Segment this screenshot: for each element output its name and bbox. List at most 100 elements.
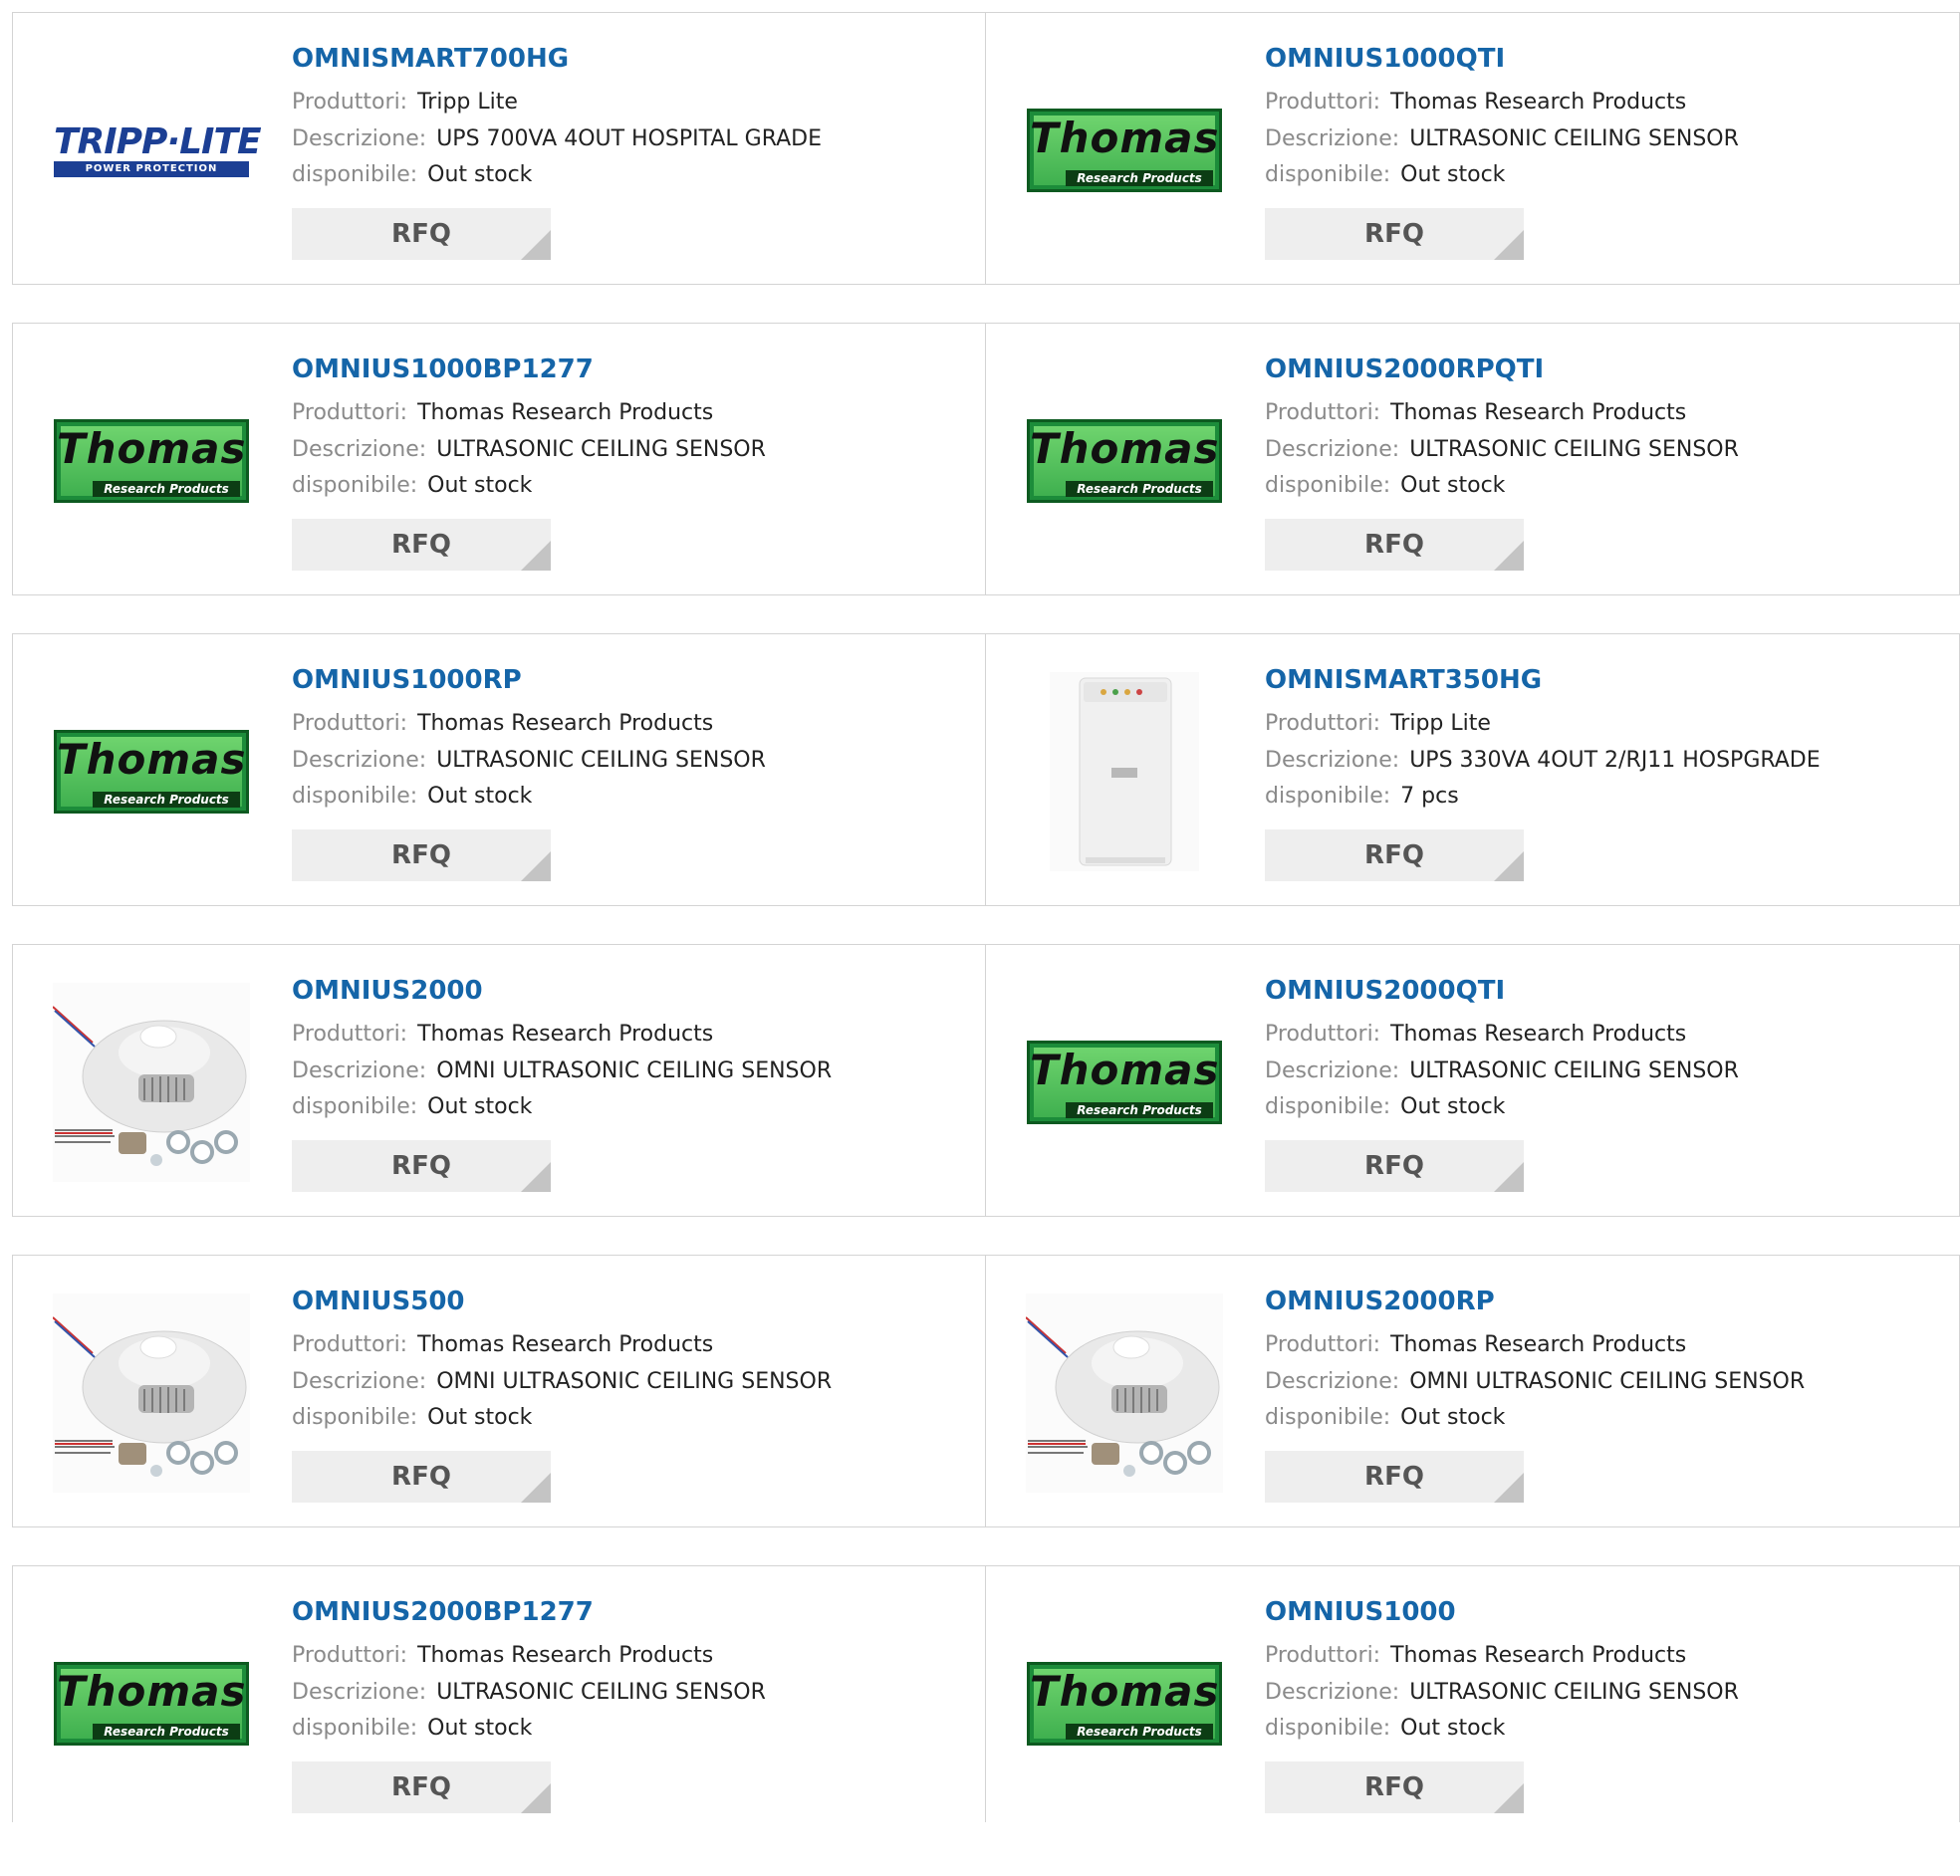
thomas-logo: Thomas Research Products [1027, 419, 1222, 503]
thomas-logo: Thomas Research Products [54, 730, 249, 814]
description-value: OMNI ULTRASONIC CEILING SENSOR [1409, 1368, 1806, 1394]
product-image[interactable]: Thomas Research Products [53, 724, 250, 820]
description-row: Descrizione: UPS 330VA 4OUT 2/RJ11 HOSPGR… [1265, 743, 1939, 780]
rfq-button[interactable]: RFQ [292, 1139, 551, 1192]
rfq-button[interactable]: RFQ [1265, 518, 1524, 571]
product-part-number-link[interactable]: OMNIUS500 [292, 1284, 965, 1319]
description-value: ULTRASONIC CEILING SENSOR [436, 747, 766, 773]
manufacturer-row: Produttori: Thomas Research Products [1265, 1638, 1939, 1675]
description-value: UPS 700VA 4OUT HOSPITAL GRADE [436, 125, 822, 151]
description-label: Descrizione: [292, 747, 427, 773]
manufacturer-value: Thomas Research Products [417, 1022, 714, 1047]
rfq-button[interactable]: RFQ [1265, 1139, 1524, 1192]
product-card: Thomas Research Products OMNIUS1000 Prod… [986, 1565, 1960, 1822]
product-part-number-link[interactable]: OMNIUS1000QTI [1265, 41, 1939, 77]
product-part-number-link[interactable]: OMNIUS2000RPQTI [1265, 352, 1939, 387]
manufacturer-row: Produttori: Thomas Research Products [292, 1017, 965, 1054]
product-part-number-link[interactable]: OMNIUS2000QTI [1265, 973, 1939, 1009]
product-image[interactable] [1026, 1293, 1223, 1493]
availability-label: disponibile: [1265, 473, 1391, 498]
thomas-logo: Thomas Research Products [1027, 109, 1222, 192]
availability-label: disponibile: [292, 1716, 418, 1741]
product-row: Thomas Research Products OMNIUS1000RP Pr… [12, 633, 1960, 906]
description-value: ULTRASONIC CEILING SENSOR [1409, 1679, 1739, 1705]
product-card: Thomas Research Products OMNIUS1000QTI P… [986, 12, 1960, 285]
description-row: Descrizione: ULTRASONIC CEILING SENSOR [292, 1675, 965, 1712]
manufacturer-value: Thomas Research Products [417, 1332, 714, 1357]
thomas-logo-word: Thomas [1030, 424, 1220, 473]
rfq-button[interactable]: RFQ [1265, 828, 1524, 881]
product-image[interactable]: Thomas Research Products [1026, 103, 1223, 198]
tripp-lite-logo: TRIPP·LITE POWER PROTECTION [54, 123, 262, 177]
description-row: Descrizione: ULTRASONIC CEILING SENSOR [1265, 1054, 1939, 1090]
product-info: OMNIUS1000 Produttori: Thomas Research Pr… [1265, 1594, 1939, 1813]
availability-value: Out stock [1400, 1405, 1506, 1430]
product-part-number-link[interactable]: OMNIUS2000BP1277 [292, 1594, 965, 1630]
product-part-number-link[interactable]: OMNIUS1000RP [292, 662, 965, 698]
thomas-logo-word: Thomas [57, 424, 247, 473]
thomas-logo-word: Thomas [1030, 114, 1220, 162]
manufacturer-row: Produttori: Thomas Research Products [292, 1327, 965, 1364]
manufacturer-value: Tripp Lite [1390, 711, 1491, 736]
product-card: Thomas Research Products OMNIUS2000BP127… [12, 1565, 986, 1822]
availability-value: Out stock [427, 162, 533, 187]
product-image[interactable]: Thomas Research Products [53, 413, 250, 509]
rfq-button[interactable]: RFQ [1265, 1760, 1524, 1813]
description-row: Descrizione: ULTRASONIC CEILING SENSOR [292, 432, 965, 469]
product-card: Thomas Research Products OMNIUS2000QTI P… [986, 944, 1960, 1217]
availability-value: Out stock [1400, 473, 1506, 498]
product-card: OMNISMART350HG Produttori: Tripp Lite Des… [986, 633, 1960, 906]
product-part-number-link[interactable]: OMNIUS1000 [1265, 1594, 1939, 1630]
description-value: ULTRASONIC CEILING SENSOR [436, 1679, 766, 1705]
description-label: Descrizione: [1265, 1057, 1400, 1083]
product-part-number-link[interactable]: OMNIUS2000 [292, 973, 965, 1009]
product-card: OMNIUS2000 Produttori: Thomas Research Pr… [12, 944, 986, 1217]
availability-value: Out stock [427, 1405, 533, 1430]
product-card: Thomas Research Products OMNIUS1000BP127… [12, 323, 986, 595]
description-value: ULTRASONIC CEILING SENSOR [436, 436, 766, 462]
manufacturer-value: Thomas Research Products [1390, 1022, 1687, 1047]
manufacturer-row: Produttori: Thomas Research Products [292, 1638, 965, 1675]
product-info: OMNIUS2000 Produttori: Thomas Research Pr… [292, 973, 965, 1192]
rfq-button[interactable]: RFQ [292, 1450, 551, 1503]
description-label: Descrizione: [292, 1679, 427, 1705]
product-image[interactable]: TRIPP·LITE POWER PROTECTION [53, 103, 262, 198]
description-label: Descrizione: [292, 1057, 427, 1083]
manufacturer-label: Produttori: [292, 1643, 408, 1668]
product-image[interactable] [53, 1293, 250, 1493]
availability-value: Out stock [427, 473, 533, 498]
rfq-button[interactable]: RFQ [292, 1760, 551, 1813]
thomas-logo-word: Thomas [1030, 1667, 1220, 1716]
product-part-number-link[interactable]: OMNISMART700HG [292, 41, 965, 77]
manufacturer-value: Thomas Research Products [1390, 90, 1687, 115]
manufacturer-label: Produttori: [292, 1022, 408, 1047]
manufacturer-label: Produttori: [292, 400, 408, 425]
product-image[interactable]: Thomas Research Products [1026, 1656, 1223, 1752]
rfq-button[interactable]: RFQ [1265, 207, 1524, 260]
product-part-number-link[interactable]: OMNISMART350HG [1265, 662, 1939, 698]
product-image[interactable]: Thomas Research Products [53, 1656, 250, 1752]
rfq-button[interactable]: RFQ [1265, 1450, 1524, 1503]
product-part-number-link[interactable]: OMNIUS1000BP1277 [292, 352, 965, 387]
product-image[interactable]: Thomas Research Products [1026, 1035, 1223, 1130]
description-label: Descrizione: [292, 436, 427, 462]
product-part-number-link[interactable]: OMNIUS2000RP [1265, 1284, 1939, 1319]
ceiling-sensor-photo [53, 983, 250, 1182]
thomas-logo-word: Thomas [57, 1667, 247, 1716]
product-image[interactable] [1026, 672, 1223, 871]
product-card: Thomas Research Products OMNIUS2000RPQTI… [986, 323, 1960, 595]
product-image[interactable]: Thomas Research Products [1026, 413, 1223, 509]
rfq-button[interactable]: RFQ [292, 828, 551, 881]
product-card: Thomas Research Products OMNIUS1000RP Pr… [12, 633, 986, 906]
product-image[interactable] [53, 983, 250, 1182]
manufacturer-value: Tripp Lite [417, 90, 518, 115]
thomas-logo: Thomas Research Products [1027, 1041, 1222, 1124]
description-value: ULTRASONIC CEILING SENSOR [1409, 125, 1739, 151]
manufacturer-row: Produttori: Tripp Lite [292, 85, 965, 121]
manufacturer-value: Thomas Research Products [1390, 1643, 1687, 1668]
rfq-button[interactable]: RFQ [292, 207, 551, 260]
description-label: Descrizione: [1265, 125, 1400, 151]
rfq-button[interactable]: RFQ [292, 518, 551, 571]
thomas-logo-subtitle: Research Products [93, 792, 240, 808]
product-row: Thomas Research Products OMNIUS2000BP127… [12, 1565, 1960, 1838]
